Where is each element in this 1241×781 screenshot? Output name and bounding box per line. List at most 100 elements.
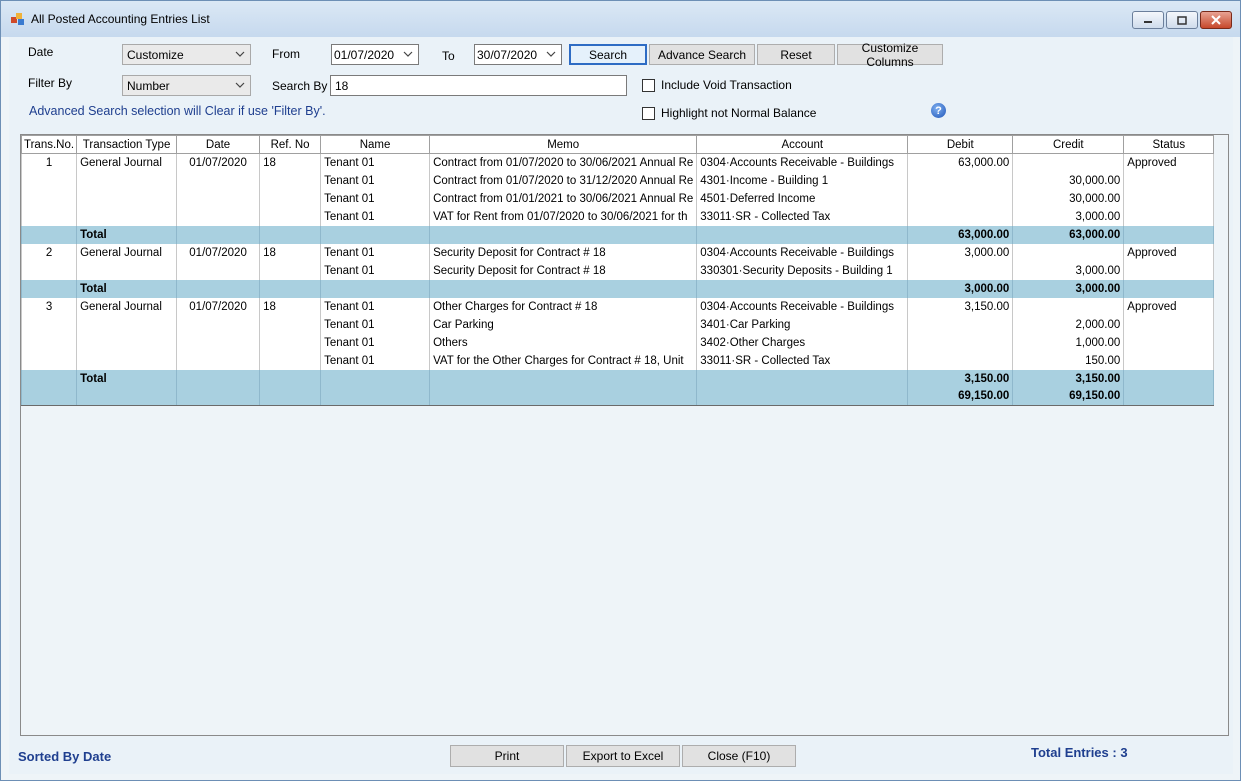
cell-date — [176, 171, 261, 190]
cell-memo: VAT for Rent from 01/07/2020 to 30/06/20… — [429, 207, 698, 226]
entries-grid: Trans.No. Transaction Type Date Ref. No … — [20, 134, 1229, 736]
cell-credit: 30,000.00 — [1012, 189, 1125, 208]
column-header-ref-no[interactable]: Ref. No — [259, 135, 322, 154]
total-entries-label: Total Entries : 3 — [1031, 745, 1128, 760]
cell-transaction-type — [76, 387, 178, 406]
cell-name: Tenant 01 — [320, 243, 431, 262]
export-to-excel-button[interactable]: Export to Excel — [566, 745, 680, 767]
checkbox-box[interactable] — [642, 106, 655, 120]
print-button[interactable]: Print — [450, 745, 564, 767]
maximize-button[interactable] — [1166, 11, 1198, 29]
cell-transaction-type — [76, 315, 178, 334]
to-label: To — [442, 49, 455, 63]
cell-name — [320, 225, 431, 244]
cell-debit: 3,000.00 — [907, 279, 1014, 298]
column-header-account[interactable]: Account — [696, 135, 909, 154]
cell-debit — [907, 333, 1014, 352]
search-by-input[interactable]: 18 — [330, 75, 627, 96]
cell-date — [176, 387, 261, 406]
column-header-trans-no[interactable]: Trans.No. — [20, 135, 78, 154]
column-header-name[interactable]: Name — [320, 135, 431, 154]
cell-date — [176, 189, 261, 208]
column-header-date[interactable]: Date — [176, 135, 261, 154]
cell-account: 4501·Deferred Income — [696, 189, 909, 208]
cell-date — [176, 333, 261, 352]
cell-transaction-type — [76, 261, 178, 280]
cell-ref-no — [259, 189, 322, 208]
help-icon[interactable]: ? — [931, 103, 946, 118]
minimize-icon — [1144, 21, 1152, 23]
filter-by-select[interactable]: Number — [122, 75, 251, 96]
cell-transaction-type: General Journal — [76, 153, 178, 172]
filter-by-label: Filter By — [28, 76, 73, 90]
column-header-debit[interactable]: Debit — [907, 135, 1014, 154]
reset-button[interactable]: Reset — [757, 44, 835, 65]
highlight-label: Highlight not Normal Balance — [661, 106, 817, 120]
cell-transaction-type — [76, 189, 178, 208]
cell-name: Tenant 01 — [320, 171, 431, 190]
total-row[interactable]: Total 3,000.00 3,000.00 — [20, 279, 1215, 298]
advance-search-button[interactable]: Advance Search — [649, 44, 755, 65]
table-row[interactable]: Tenant 01 Contract from 01/01/2021 to 30/… — [20, 189, 1215, 208]
include-void-checkbox[interactable]: Include Void Transaction — [642, 78, 792, 92]
chevron-down-icon — [235, 51, 245, 57]
table-row[interactable]: 1 General Journal 01/07/2020 18 Tenant 01 Con… — [20, 153, 1215, 172]
cell-trans-no — [20, 333, 78, 352]
total-row[interactable]: Total 63,000.00 63,000.00 — [20, 225, 1215, 244]
cell-status — [1123, 207, 1215, 226]
cell-memo — [429, 369, 698, 388]
column-header-credit[interactable]: Credit — [1012, 135, 1125, 154]
cell-transaction-type: Total — [76, 225, 178, 244]
highlight-not-normal-checkbox[interactable]: Highlight not Normal Balance — [642, 106, 816, 120]
to-date-picker[interactable]: 30/07/2020 — [474, 44, 562, 65]
checkbox-box[interactable] — [642, 78, 655, 92]
cell-memo — [429, 387, 698, 406]
advanced-search-hint: Advanced Search selection will Clear if … — [29, 104, 326, 118]
cell-memo: Contract from 01/07/2020 to 30/06/2021 A… — [429, 153, 698, 172]
cell-credit — [1012, 297, 1125, 316]
cell-memo: Security Deposit for Contract # 18 — [429, 243, 698, 262]
cell-memo: Security Deposit for Contract # 18 — [429, 261, 698, 280]
table-header-row: Trans.No. Transaction Type Date Ref. No … — [20, 135, 1215, 154]
minimize-button[interactable] — [1132, 11, 1164, 29]
table-row[interactable]: Tenant 01 Contract from 01/07/2020 to 31/… — [20, 171, 1215, 190]
from-date-picker[interactable]: 01/07/2020 — [331, 44, 419, 65]
cell-debit: 3,150.00 — [907, 297, 1014, 316]
cell-account: 4301·Income - Building 1 — [696, 171, 909, 190]
table-row[interactable]: Tenant 01 Security Deposit for Contract #… — [20, 261, 1215, 280]
search-button[interactable]: Search — [569, 44, 647, 65]
cell-trans-no — [20, 369, 78, 388]
column-header-status[interactable]: Status — [1123, 135, 1215, 154]
cell-date — [176, 225, 261, 244]
cell-debit: 3,000.00 — [907, 243, 1014, 262]
column-header-transaction-type[interactable]: Transaction Type — [76, 135, 178, 154]
cell-status — [1123, 189, 1215, 208]
cell-trans-no: 1 — [20, 153, 78, 172]
date-mode-select[interactable]: Customize — [122, 44, 251, 65]
table-row[interactable]: 2 General Journal 01/07/2020 18 Tenant 01 Sec… — [20, 243, 1215, 262]
cell-name: Tenant 01 — [320, 351, 431, 370]
cell-name — [320, 387, 431, 406]
table-row[interactable]: Tenant 01 Others 3402·Other Charges 1,000.0… — [20, 333, 1215, 352]
cell-date — [176, 369, 261, 388]
cell-date: 01/07/2020 — [176, 153, 261, 172]
close-f10-button[interactable]: Close (F10) — [682, 745, 796, 767]
cell-account: 0304·Accounts Receivable - Buildings — [696, 297, 909, 316]
table-row[interactable]: Tenant 01 Car Parking 3401·Car Parking 2,00… — [20, 315, 1215, 334]
table-row[interactable]: 3 General Journal 01/07/2020 18 Tenant 01 Oth… — [20, 297, 1215, 316]
table-row[interactable]: Tenant 01 VAT for the Other Charges for C… — [20, 351, 1215, 370]
grand-total-row[interactable]: 69,150.00 69,150.00 — [20, 387, 1215, 406]
table-row[interactable]: Tenant 01 VAT for Rent from 01/07/2020 to… — [20, 207, 1215, 226]
customize-columns-button[interactable]: Customize Columns — [837, 41, 943, 69]
cell-ref-no: 18 — [259, 153, 322, 172]
close-button[interactable] — [1200, 11, 1232, 29]
column-header-memo[interactable]: Memo — [429, 135, 698, 154]
cell-trans-no — [20, 261, 78, 280]
total-row[interactable]: Total 3,150.00 3,150.00 — [20, 369, 1215, 388]
to-date-value: 30/07/2020 — [477, 48, 538, 62]
cell-debit — [907, 171, 1014, 190]
cell-account: 3402·Other Charges — [696, 333, 909, 352]
cell-debit — [907, 189, 1014, 208]
cell-trans-no — [20, 207, 78, 226]
cell-account: 33011·SR - Collected Tax — [696, 351, 909, 370]
